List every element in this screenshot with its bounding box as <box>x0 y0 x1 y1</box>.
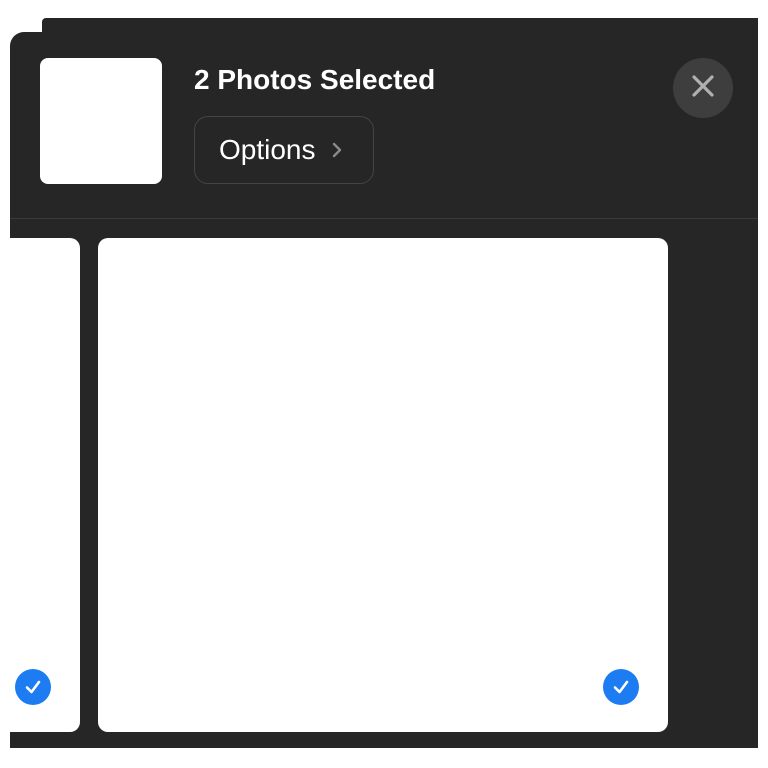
checkmark-icon <box>613 680 629 694</box>
share-sheet: 2 Photos Selected Options <box>10 32 758 748</box>
header-divider <box>10 218 758 219</box>
photo-selected-badge[interactable] <box>15 669 51 705</box>
photo-selected-badge[interactable] <box>603 669 639 705</box>
photo-tile[interactable] <box>98 238 668 732</box>
checkmark-icon <box>25 680 41 694</box>
photo-tile[interactable] <box>10 238 80 732</box>
options-label: Options <box>219 134 316 165</box>
close-icon <box>690 73 716 104</box>
selected-photos-thumbnail <box>40 58 162 184</box>
options-button[interactable]: Options <box>194 116 374 184</box>
close-button[interactable] <box>673 58 733 118</box>
selection-title: 2 Photos Selected <box>194 64 436 95</box>
chevron-right-icon <box>328 141 346 159</box>
